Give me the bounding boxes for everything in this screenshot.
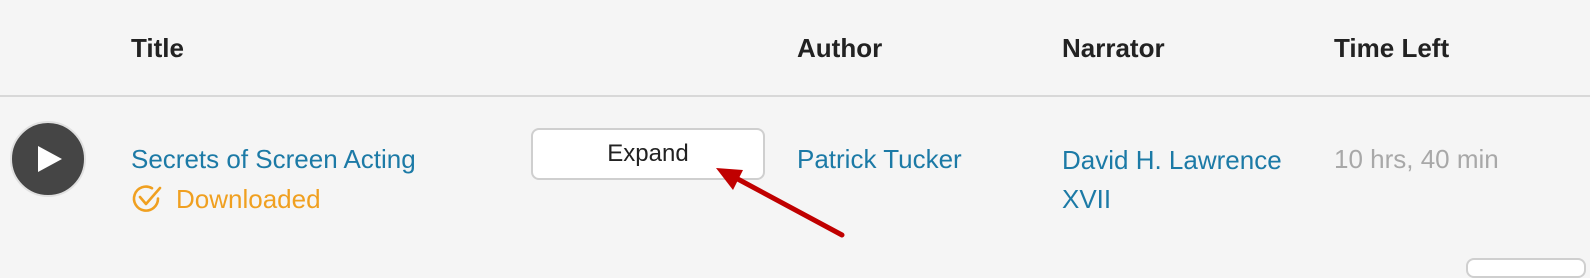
column-header-time-left[interactable]: Time Left: [1334, 30, 1449, 66]
column-header-author[interactable]: Author: [797, 30, 882, 66]
table-header: Title Author Narrator Time Left: [0, 0, 1590, 97]
download-status: Downloaded: [131, 181, 321, 217]
check-circle-icon: [131, 183, 163, 215]
book-title-link[interactable]: Secrets of Screen Acting: [131, 141, 416, 177]
play-icon: [38, 146, 62, 172]
partial-button[interactable]: [1466, 258, 1586, 278]
play-button[interactable]: [10, 121, 86, 197]
expand-button[interactable]: Expand: [531, 128, 765, 180]
download-status-label: Downloaded: [176, 184, 321, 214]
author-link[interactable]: Patrick Tucker: [797, 141, 962, 177]
time-left-value: 10 hrs, 40 min: [1334, 144, 1499, 174]
table-row: Secrets of Screen Acting Downloaded Expa…: [0, 97, 1590, 257]
column-header-narrator[interactable]: Narrator: [1062, 30, 1165, 66]
narrator-link[interactable]: David H. Lawrence XVII: [1062, 141, 1312, 219]
column-header-title[interactable]: Title: [131, 30, 184, 66]
